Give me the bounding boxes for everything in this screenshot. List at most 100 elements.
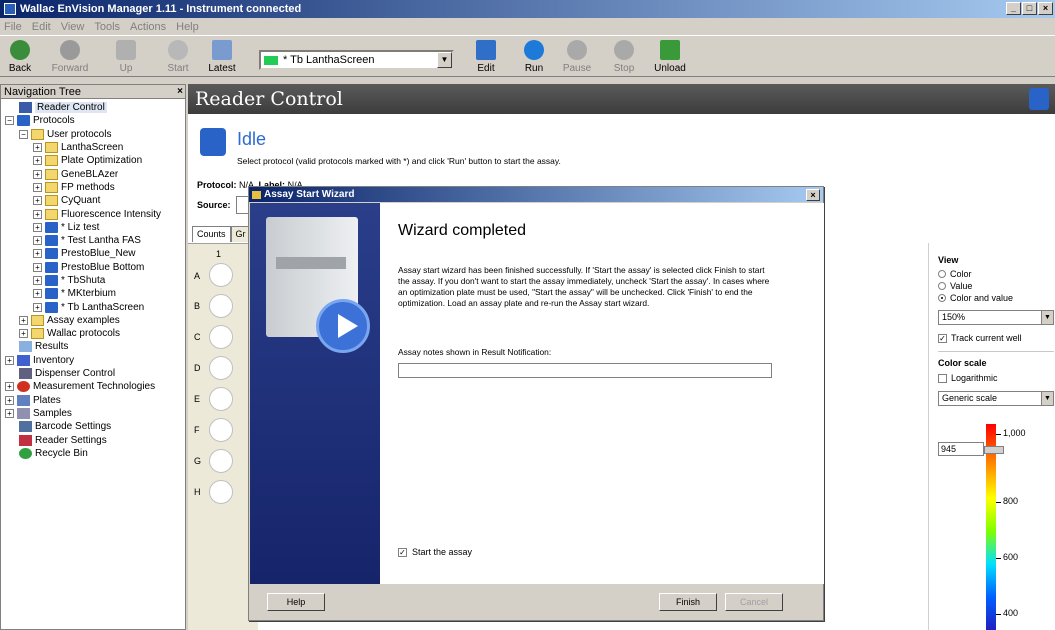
tree-item-prestoblue-new[interactable]: + PrestoBlue_New [1, 247, 185, 260]
plate-well[interactable] [209, 263, 233, 287]
expand-icon[interactable]: + [5, 355, 14, 365]
track-current-well-checkbox[interactable]: ✓ Track current well [938, 331, 1055, 345]
plate-well[interactable] [209, 418, 233, 442]
plate-well[interactable] [209, 325, 233, 349]
tree-item-plates[interactable]: + Plates [1, 394, 185, 407]
start-assay-checkbox[interactable]: ✓ Start the assay [398, 547, 472, 557]
latest-button[interactable]: Latest [202, 40, 242, 74]
menu-edit[interactable]: Edit [32, 21, 51, 33]
start-button[interactable]: Start [158, 40, 198, 74]
tree-item-measurement-technologies[interactable]: + Measurement Technologies [1, 380, 185, 393]
forward-button[interactable]: Forward [50, 40, 90, 74]
chevron-down-icon[interactable]: ▼ [1041, 392, 1053, 405]
reader-icon [19, 102, 32, 114]
tree-item-fluorescence-intensity[interactable]: + Fluorescence Intensity [1, 207, 185, 220]
expand-icon[interactable]: + [33, 182, 42, 192]
expand-icon[interactable]: + [19, 315, 28, 325]
radio-color-and-value[interactable]: Color and value [938, 292, 1055, 304]
expand-icon[interactable]: + [33, 262, 42, 272]
logarithmic-checkbox[interactable]: Logarithmic [938, 371, 1055, 385]
tree-item-samples[interactable]: + Samples [1, 407, 185, 420]
chevron-down-icon[interactable]: ▼ [437, 52, 452, 68]
tree-item-tbshuta[interactable]: + * TbShuta [1, 274, 185, 287]
expand-icon[interactable]: + [33, 196, 42, 206]
minimize-button[interactable]: _ [1006, 2, 1021, 15]
plate-well[interactable] [209, 387, 233, 411]
plate-well[interactable] [209, 294, 233, 318]
menu-view[interactable]: View [61, 21, 85, 33]
expand-icon[interactable]: + [19, 329, 28, 339]
close-nav-button[interactable]: × [177, 86, 183, 97]
close-dialog-button[interactable]: × [806, 189, 820, 201]
tree-item-mkterbium[interactable]: + * MKterbium [1, 287, 185, 300]
expand-icon[interactable]: + [33, 289, 42, 299]
tree-item-lanthascreen[interactable]: + LanthaScreen [1, 141, 185, 154]
tree-item-results[interactable]: Results [1, 340, 185, 353]
up-button[interactable]: Up [106, 40, 146, 74]
plate-well[interactable] [209, 356, 233, 380]
expand-icon[interactable]: + [33, 143, 42, 153]
expand-icon[interactable]: + [33, 156, 42, 166]
pause-button[interactable]: Pause [557, 40, 597, 74]
maximize-button[interactable]: □ [1022, 2, 1037, 15]
tree-item-test-lantha-fas[interactable]: + * Test Lantha FAS [1, 234, 185, 247]
back-button[interactable]: Back [0, 40, 40, 74]
scale-slider-thumb[interactable] [984, 446, 1004, 454]
protocol-select[interactable]: * Tb LanthaScreen ▼ [259, 50, 454, 70]
tree-item-liz-test[interactable]: + * Liz test [1, 221, 185, 234]
tree-item-prestoblue-bottom[interactable]: + PrestoBlue Bottom [1, 261, 185, 274]
tree-item-geneblazer[interactable]: + GeneBLAzer [1, 167, 185, 180]
expand-icon[interactable]: + [5, 395, 14, 405]
help-button[interactable]: Help [267, 593, 325, 611]
menu-file[interactable]: File [4, 21, 22, 33]
expand-icon[interactable]: + [33, 209, 42, 219]
assay-notes-input[interactable] [398, 363, 772, 378]
tree-item-recycle-bin[interactable]: Recycle Bin [1, 447, 185, 460]
tree-item-tb-lanthascreen[interactable]: + * Tb LanthaScreen [1, 300, 185, 313]
radio-color[interactable]: Color [938, 268, 1055, 280]
stop-button[interactable]: Stop [604, 40, 644, 74]
cancel-button[interactable]: Cancel [725, 593, 783, 611]
unload-button[interactable]: Unload [650, 40, 690, 74]
expand-icon[interactable]: + [5, 382, 14, 392]
radio-label: Value [950, 281, 973, 291]
plate-well[interactable] [209, 449, 233, 473]
run-button[interactable]: Run [514, 40, 554, 74]
menu-help[interactable]: Help [176, 21, 199, 33]
collapse-icon[interactable]: − [19, 129, 28, 139]
tree-item-assay-examples[interactable]: + Assay examples [1, 314, 185, 327]
tree-item-plate-optimization[interactable]: + Plate Optimization [1, 154, 185, 167]
expand-icon[interactable]: + [33, 249, 42, 259]
tree-item-protocols[interactable]: − Protocols [1, 114, 185, 127]
tree-item-user-protocols[interactable]: − User protocols [1, 128, 185, 141]
navigation-tree: Reader Control − Protocols − User protocol… [1, 99, 185, 460]
tree-item-cyquant[interactable]: + CyQuant [1, 194, 185, 207]
expand-icon[interactable]: + [33, 236, 42, 246]
expand-icon[interactable]: + [33, 222, 42, 232]
tab-counts[interactable]: Counts [192, 226, 231, 242]
close-window-button[interactable]: × [1038, 2, 1053, 15]
edit-button[interactable]: Edit [466, 40, 506, 74]
scale-max-input[interactable]: 945 [938, 442, 984, 456]
menu-actions[interactable]: Actions [130, 21, 166, 33]
expand-icon[interactable]: + [5, 408, 14, 418]
tree-item-inventory[interactable]: + Inventory [1, 354, 185, 367]
expand-icon[interactable]: + [33, 302, 42, 312]
tree-item-reader-control[interactable]: Reader Control [1, 101, 185, 114]
tree-item-fp-methods[interactable]: + FP methods [1, 181, 185, 194]
folder-icon [31, 328, 44, 340]
menu-tools[interactable]: Tools [94, 21, 120, 33]
expand-icon[interactable]: + [33, 169, 42, 179]
radio-value[interactable]: Value [938, 280, 1055, 292]
plate-well[interactable] [209, 480, 233, 504]
scale-select[interactable]: Generic scale ▼ [938, 391, 1054, 406]
finish-button[interactable]: Finish [659, 593, 717, 611]
tree-item-wallac-protocols[interactable]: + Wallac protocols [1, 327, 185, 340]
zoom-select[interactable]: 150% ▼ [938, 310, 1054, 325]
tree-item-reader-settings[interactable]: Reader Settings [1, 433, 185, 446]
tree-item-barcode-settings[interactable]: Barcode Settings [1, 420, 185, 433]
collapse-icon[interactable]: − [5, 116, 14, 126]
expand-icon[interactable]: + [33, 276, 42, 285]
chevron-down-icon[interactable]: ▼ [1041, 311, 1053, 324]
tree-item-dispenser-control[interactable]: Dispenser Control [1, 367, 185, 380]
